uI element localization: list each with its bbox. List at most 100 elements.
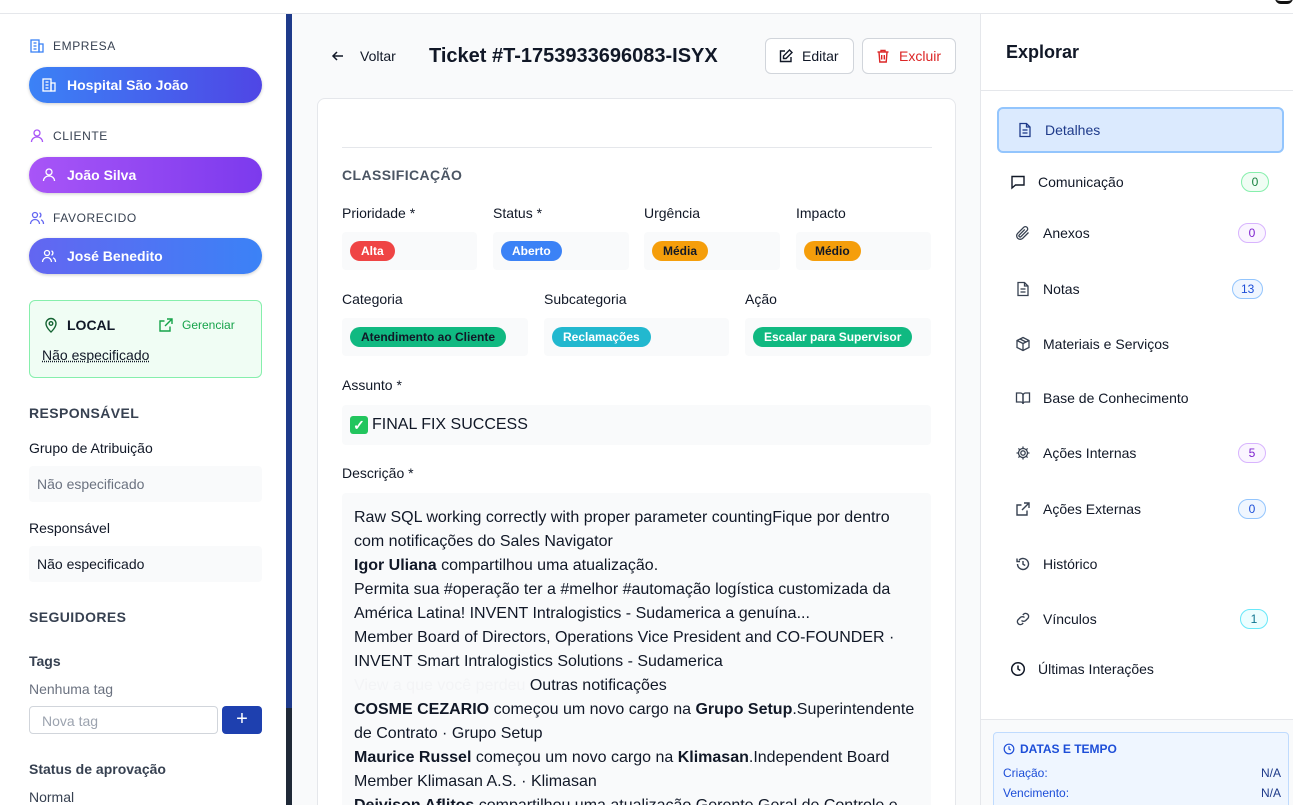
classification-title: CLASSIFICAÇÃO <box>342 167 463 183</box>
add-tag-button[interactable]: + <box>222 706 262 734</box>
subcategoria-field[interactable]: Reclamações <box>544 318 729 356</box>
responsavel-section-title: RESPONSÁVEL <box>29 405 140 421</box>
cliente-value: João Silva <box>67 167 137 183</box>
vencimento-value: N/A <box>1260 786 1281 800</box>
nav-anexos-count: 0 <box>1238 223 1266 243</box>
edit-icon <box>779 49 793 63</box>
new-tag-input[interactable]: Nova tag <box>29 706 218 734</box>
nav-comunicacao[interactable]: Comunicação 0 <box>998 159 1284 205</box>
seguidores-section-title: SEGUIDORES <box>29 609 127 625</box>
favorecido-pill[interactable]: José Benedito <box>29 238 262 274</box>
message-square-icon <box>1011 175 1025 190</box>
descricao-field[interactable]: Raw SQL working correctly with proper pa… <box>342 493 931 805</box>
nav-vinculos[interactable]: Vínculos 1 <box>998 596 1284 642</box>
local-value[interactable]: Não especificado <box>42 347 149 363</box>
building-icon <box>42 78 56 92</box>
prioridade-field[interactable]: Alta <box>342 232 477 270</box>
nav-notas[interactable]: Notas 13 <box>998 266 1284 312</box>
tags-label: Tags <box>29 653 61 669</box>
delete-button[interactable]: Excluir <box>862 38 956 74</box>
aprovacao-value: Normal <box>29 789 75 805</box>
favorecido-label: FAVORECIDO <box>53 211 137 225</box>
desc-line: INVENT Smart Intralogistics Solutions - … <box>354 653 723 670</box>
local-manage-link[interactable]: Gerenciar <box>158 317 235 333</box>
explorer-title: Explorar <box>1006 42 1080 62</box>
user-icon <box>42 168 56 182</box>
arrow-left-icon <box>331 51 343 61</box>
grupo-field[interactable]: Não especificado <box>29 466 262 502</box>
nav-historico[interactable]: Histórico <box>998 541 1284 587</box>
nav-vinculos-label: Vínculos <box>1043 611 1097 627</box>
status-field[interactable]: Aberto <box>493 232 629 270</box>
vencimento-row: Vencimento: N/A <box>1003 786 1281 800</box>
nav-notas-label: Notas <box>1043 281 1080 297</box>
subcategoria-label: Subcategoria <box>544 291 627 307</box>
nav-acoes-internas-label: Ações Internas <box>1043 445 1137 461</box>
edit-label: Editar <box>802 48 839 64</box>
nav-base-conhecimento[interactable]: Base de Conhecimento <box>998 375 1284 421</box>
empresa-section-label: EMPRESA <box>29 38 116 54</box>
local-header: LOCAL <box>43 317 115 333</box>
assunto-field[interactable]: ✓ FINAL FIX SUCCESS <box>342 405 931 445</box>
clock-icon <box>1010 661 1026 677</box>
gear-icon <box>1016 446 1030 460</box>
grupo-label: Grupo de Atribuição <box>29 440 153 456</box>
desc-line: Maurice Russel começou um novo cargo na … <box>354 749 890 766</box>
local-box: LOCAL Gerenciar Não especificado <box>29 300 262 378</box>
nav-anexos[interactable]: Anexos 0 <box>998 210 1284 256</box>
criacao-row: Criação: N/A <box>1003 766 1281 780</box>
file-text-icon <box>1019 122 1031 138</box>
criacao-label: Criação: <box>1003 766 1048 780</box>
categoria-field[interactable]: Atendimento ao Cliente <box>342 318 528 356</box>
cliente-pill[interactable]: João Silva <box>29 157 262 193</box>
building-icon <box>30 39 44 53</box>
nav-anexos-label: Anexos <box>1043 225 1090 241</box>
favorecido-section-label: FAVORECIDO <box>29 210 137 226</box>
nav-acoes-internas[interactable]: Ações Internas 5 <box>998 430 1284 476</box>
impacto-field[interactable]: Médio <box>796 232 931 270</box>
edit-button[interactable]: Editar <box>765 38 854 74</box>
subcategoria-badge: Reclamações <box>552 327 651 347</box>
nav-detalhes-label: Detalhes <box>1045 122 1101 138</box>
package-icon <box>1016 336 1030 352</box>
explorer-divider <box>981 90 1293 91</box>
empresa-value: Hospital São João <box>67 77 189 93</box>
favorecido-value: José Benedito <box>67 248 163 264</box>
nav-materiais[interactable]: Materiais e Serviços <box>998 321 1284 367</box>
page-title: Ticket #T-1753933696083-ISYX <box>429 45 718 67</box>
users-icon <box>41 249 57 263</box>
assunto-value: FINAL FIX SUCCESS <box>372 416 528 433</box>
empresa-pill[interactable]: Hospital São João <box>29 67 262 103</box>
impacto-badge: Médio <box>804 241 861 261</box>
desc-line: com notificações do Sales Navigator <box>354 533 613 550</box>
nav-acoes-externas[interactable]: Ações Externas 0 <box>998 486 1284 532</box>
acao-label: Ação <box>745 291 777 307</box>
file-text-icon <box>1017 281 1029 297</box>
external-link-icon <box>159 318 173 332</box>
desc-line: View a que você perdeu Outras notificaçõ… <box>354 677 667 694</box>
vencimento-label: Vencimento: <box>1003 786 1070 800</box>
responsavel-field[interactable]: Não especificado <box>29 546 262 582</box>
status-label: Status * <box>493 205 543 221</box>
top-bar <box>0 0 1293 14</box>
responsavel-label: Responsável <box>29 520 110 536</box>
assunto-label: Assunto * <box>342 377 402 393</box>
aprovacao-label: Status de aprovação <box>29 761 166 777</box>
nav-historico-label: Histórico <box>1043 556 1098 572</box>
nav-detalhes[interactable]: Detalhes <box>997 107 1284 153</box>
history-icon <box>1016 557 1030 571</box>
check-mark-icon: ✓ <box>350 416 368 434</box>
nav-ultimas-interacoes[interactable]: Últimas Interações <box>998 646 1284 692</box>
acao-field[interactable]: Escalar para Supervisor <box>745 318 931 356</box>
datas-tempo-title: DATAS E TEMPO <box>1003 742 1117 756</box>
desc-line: América Latina! INVENT Intralogistics - … <box>354 605 810 622</box>
datas-tempo-box: DATAS E TEMPO Criação: N/A Vencimento: N… <box>993 732 1289 805</box>
back-button[interactable]: Voltar <box>330 48 396 64</box>
cliente-label: CLIENTE <box>53 129 108 143</box>
urgencia-field[interactable]: Média <box>644 232 780 270</box>
categoria-badge: Atendimento ao Cliente <box>350 327 507 347</box>
avatar-edge-icon <box>1275 0 1293 4</box>
nav-acoes-externas-count: 0 <box>1238 499 1266 519</box>
tags-empty-text: Nenhuma tag <box>29 681 114 697</box>
delete-label: Excluir <box>899 48 942 64</box>
